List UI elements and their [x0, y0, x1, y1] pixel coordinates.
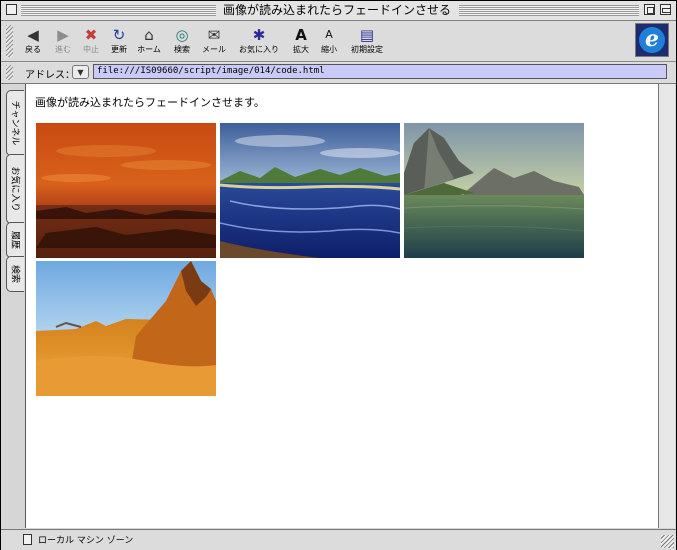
toolbar-button-10[interactable]: ▤ 初期設定: [345, 24, 389, 60]
toolbar-button-label: 戻る: [25, 45, 41, 54]
toolbar-button-4[interactable]: ⌂ ホーム: [133, 24, 165, 60]
status-bar: ローカル マシン ゾーン: [1, 529, 676, 550]
desert-peak-image: [36, 261, 216, 396]
collapse-box-icon[interactable]: [660, 4, 671, 15]
forward-arrow-icon: ▶: [57, 26, 69, 44]
tab-channels-label: チャンネル: [9, 100, 19, 146]
toolbar-button-9[interactable]: A 縮小: [315, 24, 343, 60]
refresh-icon: ↻: [112, 26, 126, 44]
resize-grip[interactable]: [661, 535, 674, 548]
ie-logo-icon[interactable]: e: [635, 23, 669, 57]
window-title: 画像が読み込まれたらフェードインさせる: [219, 2, 455, 19]
search-icon: ◎: [175, 26, 189, 44]
browser-window: 画像が読み込まれたらフェードインさせる ◀ 戻る ▶ 進む ✖ 中止 ↻ 更新 ⌂ ホーム ◎ 検索 ✉…: [0, 0, 677, 550]
toolbar-button-8[interactable]: A 拡大: [287, 24, 315, 60]
toolbar-button-label: 検索: [174, 45, 190, 54]
blue-bay-image: [220, 123, 400, 258]
back-arrow-icon: ◀: [27, 26, 39, 44]
toolbar: ◀ 戻る ▶ 進む ✖ 中止 ↻ 更新 ⌂ ホーム ◎ 検索 ✉ メール ✱ お気に入り A 拡大 A 縮小 ▤ 初期設定…: [1, 21, 676, 62]
toolbar-button-label: メール: [202, 45, 226, 54]
tab-channels[interactable]: チャンネル: [6, 90, 24, 156]
status-zone-text: ローカル マシン ゾーン: [38, 536, 134, 546]
explorer-bar-tabs: チャンネル お気に入り 履歴 検索: [1, 84, 26, 528]
tab-history[interactable]: 履歴: [6, 222, 24, 258]
sunset-sea-image: [36, 123, 216, 258]
toolbar-grip[interactable]: [6, 25, 13, 57]
toolbar-button-3[interactable]: ↻ 更新: [105, 24, 133, 60]
title-stripes-right: [459, 5, 639, 16]
tab-history-label: 履歴: [9, 230, 19, 250]
text-smaller-icon: A: [325, 28, 333, 41]
tab-search-label: 検索: [9, 264, 19, 284]
zoom-box-icon[interactable]: [644, 4, 655, 15]
toolbar-button-label: 初期設定: [351, 45, 383, 54]
favorites-icon: ✱: [252, 26, 266, 44]
zone-icon: [23, 534, 32, 545]
tab-favorites[interactable]: お気に入り: [6, 154, 24, 224]
address-field[interactable]: file:///IS09660/script/image/014/code.ht…: [93, 64, 667, 79]
address-grip[interactable]: [6, 65, 13, 80]
toolbar-button-1: ▶ 進む: [49, 24, 77, 60]
preferences-icon: ▤: [359, 26, 375, 44]
title-stripes: [21, 5, 216, 16]
ie-logo-letter: e: [639, 27, 665, 53]
toolbar-button-label: 拡大: [293, 45, 309, 54]
toolbar-button-label: お気に入り: [239, 45, 279, 54]
mail-icon: ✉: [207, 26, 221, 44]
toolbar-button-6[interactable]: ✉ メール: [198, 24, 230, 60]
rocky-coast-image: [404, 123, 584, 258]
stop-icon: ✖: [84, 26, 98, 44]
content-area: チャンネル お気に入り 履歴 検索 画像が読み込まれたらフェードインさせます。: [1, 84, 676, 528]
text-larger-icon: A: [295, 26, 307, 44]
address-bar: アドレス： ▼ file:///IS09660/script/image/014…: [1, 62, 676, 84]
page-heading: 画像が読み込まれたらフェードインさせます。: [35, 96, 265, 109]
toolbar-button-label: 進む: [55, 45, 71, 54]
tab-favorites-label: お気に入り: [9, 166, 19, 212]
address-label: アドレス：: [25, 70, 75, 81]
title-bar[interactable]: 画像が読み込まれたらフェードインさせる: [1, 1, 676, 21]
toolbar-button-label: ホーム: [137, 45, 161, 54]
web-page: 画像が読み込まれたらフェードインさせます。: [26, 84, 658, 528]
toolbar-button-label: 更新: [111, 45, 127, 54]
tab-search[interactable]: 検索: [6, 256, 24, 292]
home-icon: ⌂: [144, 26, 154, 44]
address-dropdown-icon[interactable]: ▼: [72, 65, 89, 79]
toolbar-button-5[interactable]: ◎ 検索: [168, 24, 196, 60]
close-box-icon[interactable]: [6, 4, 17, 15]
toolbar-button-label: 中止: [83, 45, 99, 54]
toolbar-button-label: 縮小: [321, 45, 337, 54]
toolbar-button-0[interactable]: ◀ 戻る: [19, 24, 47, 60]
toolbar-button-2: ✖ 中止: [77, 24, 105, 60]
toolbar-button-7[interactable]: ✱ お気に入り: [235, 24, 283, 60]
vertical-scrollbar[interactable]: [658, 84, 675, 528]
